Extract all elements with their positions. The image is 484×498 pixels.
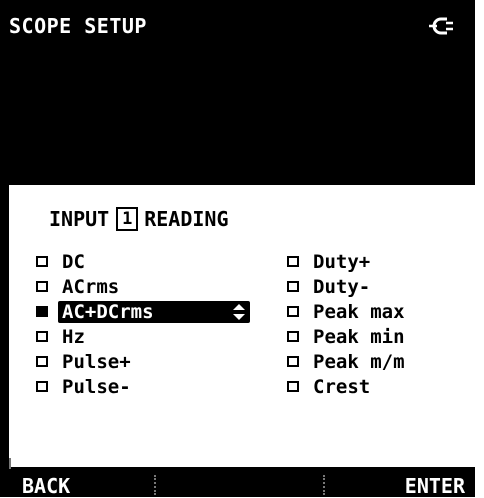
checkbox[interactable] xyxy=(36,381,48,392)
option-ac-dc-rms[interactable]: AC+DCrms xyxy=(36,299,250,324)
checkbox[interactable] xyxy=(36,256,48,267)
right-options-column: Duty+ Duty- Peak max Peak min Peak m/m C… xyxy=(287,249,405,399)
option-peak-m-m[interactable]: Peak m/m xyxy=(287,349,405,374)
checkbox[interactable] xyxy=(36,331,48,342)
up-down-arrows-icon xyxy=(233,303,245,320)
option-peak-max[interactable]: Peak max xyxy=(287,299,405,324)
checkbox[interactable] xyxy=(287,256,299,267)
option-dc[interactable]: DC xyxy=(36,249,250,274)
checkbox[interactable] xyxy=(287,281,299,292)
checkbox[interactable] xyxy=(287,381,299,392)
option-label: Duty+ xyxy=(313,250,371,273)
option-label: Duty- xyxy=(313,275,371,298)
enter-button[interactable]: ENTER xyxy=(405,474,465,498)
title-bar: SCOPE SETUP xyxy=(9,14,475,40)
option-pulse-plus[interactable]: Pulse+ xyxy=(36,349,250,374)
checkbox[interactable] xyxy=(287,306,299,317)
back-button[interactable]: BACK xyxy=(22,474,70,498)
checkbox[interactable] xyxy=(36,356,48,367)
option-label: DC xyxy=(62,250,85,273)
softkey-divider xyxy=(154,475,156,495)
option-label: ACrms xyxy=(62,275,120,298)
option-label: Peak min xyxy=(313,325,405,348)
heading-suffix: READING xyxy=(144,207,229,231)
reading-dialog: INPUT 1 READING DC ACrms AC+DCrms Hz Pul… xyxy=(9,185,475,467)
option-label: Peak max xyxy=(313,300,405,323)
option-label: Hz xyxy=(62,325,85,348)
option-label-highlight: AC+DCrms xyxy=(58,300,250,323)
option-label: Peak m/m xyxy=(313,350,405,373)
option-label: Crest xyxy=(313,375,371,398)
checkbox[interactable] xyxy=(36,281,48,292)
option-label: Pulse- xyxy=(62,375,131,398)
option-hz[interactable]: Hz xyxy=(36,324,250,349)
dialog-heading: INPUT 1 READING xyxy=(49,207,229,231)
scope-screen: SCOPE SETUP INPUT 1 READING DC ACrms AC+… xyxy=(0,0,475,498)
option-duty-minus[interactable]: Duty- xyxy=(287,274,405,299)
checkbox[interactable] xyxy=(287,331,299,342)
checkbox-checked[interactable] xyxy=(36,306,48,317)
option-crest[interactable]: Crest xyxy=(287,374,405,399)
plug-icon xyxy=(429,17,453,35)
screen-title: SCOPE SETUP xyxy=(9,14,147,38)
option-duty-plus[interactable]: Duty+ xyxy=(287,249,405,274)
option-label: Pulse+ xyxy=(62,350,131,373)
softkey-divider xyxy=(323,475,325,495)
option-pulse-minus[interactable]: Pulse- xyxy=(36,374,250,399)
option-label-text: AC+DCrms xyxy=(62,300,154,323)
input-number-badge: 1 xyxy=(116,207,139,231)
softkey-bar: BACK ENTER xyxy=(0,469,475,498)
left-options-column: DC ACrms AC+DCrms Hz Pulse+ Pulse- xyxy=(36,249,250,399)
checkbox[interactable] xyxy=(287,356,299,367)
heading-prefix: INPUT xyxy=(49,207,110,231)
option-peak-min[interactable]: Peak min xyxy=(287,324,405,349)
option-acrms[interactable]: ACrms xyxy=(36,274,250,299)
